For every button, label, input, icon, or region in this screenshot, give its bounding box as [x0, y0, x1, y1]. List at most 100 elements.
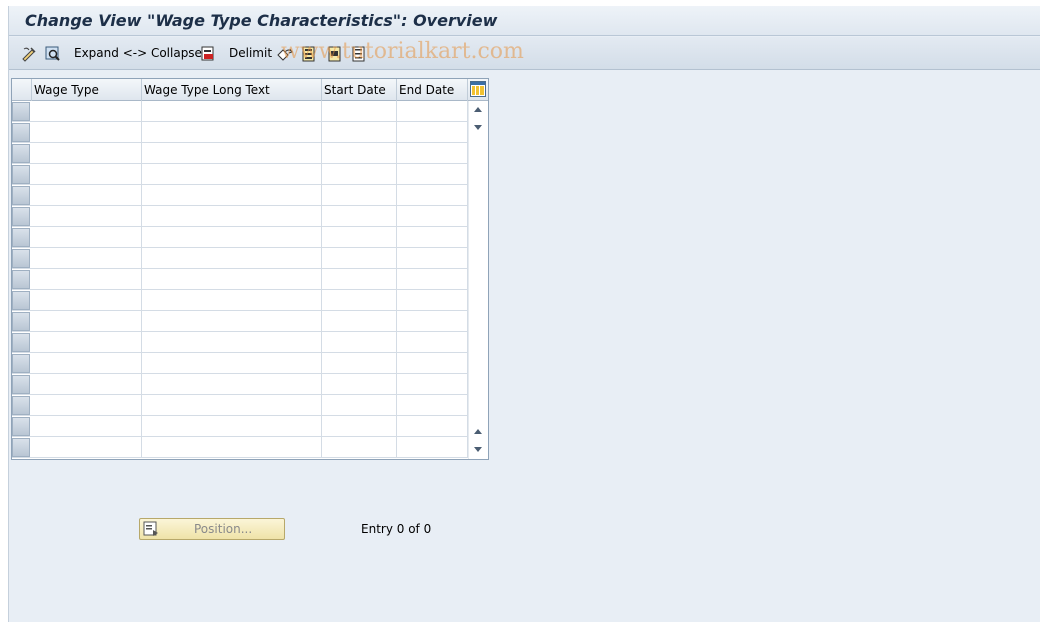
- cell-start-date[interactable]: [322, 227, 397, 248]
- cell-end-date[interactable]: [397, 395, 468, 416]
- row-selector[interactable]: [12, 165, 30, 184]
- scroll-page-up-icon[interactable]: [474, 429, 482, 434]
- cell-wage-type[interactable]: [32, 437, 142, 458]
- row-selector[interactable]: [12, 417, 30, 436]
- row-selector[interactable]: [12, 123, 30, 142]
- cell-wage-type[interactable]: [32, 290, 142, 311]
- cell-wage-type[interactable]: [32, 143, 142, 164]
- cell-wage-type[interactable]: [32, 101, 142, 122]
- cell-start-date[interactable]: [322, 353, 397, 374]
- cell-end-date[interactable]: [397, 248, 468, 269]
- cell-start-date[interactable]: [322, 269, 397, 290]
- row-selector[interactable]: [12, 333, 30, 352]
- cell-wage-type[interactable]: [32, 227, 142, 248]
- delimit-icon[interactable]: [200, 46, 216, 62]
- cell-end-date[interactable]: [397, 143, 468, 164]
- cell-end-date[interactable]: [397, 185, 468, 206]
- cell-end-date[interactable]: [397, 416, 468, 437]
- select-block-icon[interactable]: [327, 46, 343, 62]
- cell-end-date[interactable]: [397, 122, 468, 143]
- cell-end-date[interactable]: [397, 206, 468, 227]
- deselect-all-icon[interactable]: [351, 46, 367, 62]
- cell-long-text[interactable]: [142, 395, 322, 416]
- undo-change-icon[interactable]: [277, 46, 293, 62]
- cell-start-date[interactable]: [322, 416, 397, 437]
- column-header-long-text[interactable]: Wage Type Long Text: [142, 79, 322, 101]
- row-selector[interactable]: [12, 144, 30, 163]
- row-selector[interactable]: [12, 207, 30, 226]
- position-button[interactable]: Position...: [139, 518, 285, 540]
- cell-end-date[interactable]: [397, 332, 468, 353]
- cell-end-date[interactable]: [397, 164, 468, 185]
- cell-long-text[interactable]: [142, 122, 322, 143]
- cell-start-date[interactable]: [322, 395, 397, 416]
- cell-end-date[interactable]: [397, 311, 468, 332]
- cell-wage-type[interactable]: [32, 206, 142, 227]
- delimit-button[interactable]: Delimit: [229, 46, 272, 60]
- cell-long-text[interactable]: [142, 290, 322, 311]
- cell-start-date[interactable]: [322, 185, 397, 206]
- cell-long-text[interactable]: [142, 143, 322, 164]
- cell-end-date[interactable]: [397, 101, 468, 122]
- cell-long-text[interactable]: [142, 311, 322, 332]
- scroll-page-down-icon[interactable]: [474, 447, 482, 452]
- row-selector[interactable]: [12, 312, 30, 331]
- row-selector[interactable]: [12, 291, 30, 310]
- column-header-start-date[interactable]: Start Date: [322, 79, 397, 101]
- table-settings-icon[interactable]: [470, 81, 486, 97]
- expand-collapse-button[interactable]: Expand <-> Collapse: [74, 46, 202, 60]
- cell-long-text[interactable]: [142, 227, 322, 248]
- cell-start-date[interactable]: [322, 311, 397, 332]
- cell-long-text[interactable]: [142, 185, 322, 206]
- cell-wage-type[interactable]: [32, 311, 142, 332]
- cell-wage-type[interactable]: [32, 416, 142, 437]
- row-selector[interactable]: [12, 375, 30, 394]
- cell-start-date[interactable]: [322, 164, 397, 185]
- vertical-scrollbar[interactable]: [468, 101, 488, 459]
- cell-wage-type[interactable]: [32, 122, 142, 143]
- cell-end-date[interactable]: [397, 269, 468, 290]
- cell-wage-type[interactable]: [32, 185, 142, 206]
- cell-wage-type[interactable]: [32, 248, 142, 269]
- cell-long-text[interactable]: [142, 164, 322, 185]
- cell-start-date[interactable]: [322, 122, 397, 143]
- column-header-end-date[interactable]: End Date: [397, 79, 468, 101]
- cell-long-text[interactable]: [142, 248, 322, 269]
- column-header-wage-type[interactable]: Wage Type: [32, 79, 142, 101]
- cell-start-date[interactable]: [322, 248, 397, 269]
- cell-wage-type[interactable]: [32, 269, 142, 290]
- cell-end-date[interactable]: [397, 227, 468, 248]
- row-selector[interactable]: [12, 354, 30, 373]
- scroll-up-icon[interactable]: [474, 107, 482, 112]
- cell-long-text[interactable]: [142, 416, 322, 437]
- select-all-column-header[interactable]: [12, 79, 32, 101]
- select-all-icon[interactable]: [301, 46, 317, 62]
- cell-start-date[interactable]: [322, 143, 397, 164]
- cell-long-text[interactable]: [142, 332, 322, 353]
- row-selector[interactable]: [12, 228, 30, 247]
- change-display-icon[interactable]: [21, 46, 37, 62]
- cell-start-date[interactable]: [322, 290, 397, 311]
- cell-wage-type[interactable]: [32, 164, 142, 185]
- cell-start-date[interactable]: [322, 206, 397, 227]
- cell-start-date[interactable]: [322, 437, 397, 458]
- cell-start-date[interactable]: [322, 374, 397, 395]
- cell-long-text[interactable]: [142, 374, 322, 395]
- cell-wage-type[interactable]: [32, 374, 142, 395]
- row-selector[interactable]: [12, 438, 30, 457]
- cell-long-text[interactable]: [142, 353, 322, 374]
- cell-long-text[interactable]: [142, 206, 322, 227]
- scroll-down-icon[interactable]: [474, 125, 482, 130]
- cell-wage-type[interactable]: [32, 332, 142, 353]
- cell-long-text[interactable]: [142, 437, 322, 458]
- cell-start-date[interactable]: [322, 101, 397, 122]
- row-selector[interactable]: [12, 186, 30, 205]
- cell-end-date[interactable]: [397, 437, 468, 458]
- cell-wage-type[interactable]: [32, 353, 142, 374]
- cell-wage-type[interactable]: [32, 395, 142, 416]
- row-selector[interactable]: [12, 102, 30, 121]
- cell-end-date[interactable]: [397, 374, 468, 395]
- row-selector[interactable]: [12, 249, 30, 268]
- cell-start-date[interactable]: [322, 332, 397, 353]
- row-selector[interactable]: [12, 396, 30, 415]
